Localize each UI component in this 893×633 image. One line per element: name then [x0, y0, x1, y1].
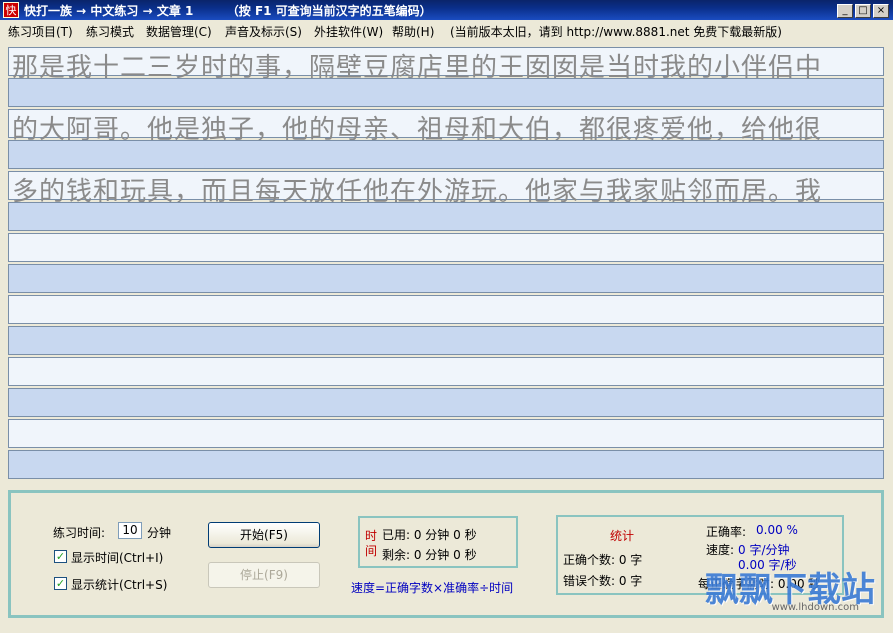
time-used: 已用: 0 分钟 0 秒: [382, 528, 477, 542]
speed-label: 速度:: [706, 543, 735, 557]
time-box-title-2: 间: [365, 544, 378, 558]
article-line: [8, 233, 884, 262]
article-line: [8, 357, 884, 386]
typing-input-line[interactable]: [8, 78, 884, 107]
start-button[interactable]: 开始(F5): [208, 522, 320, 548]
correct-count: 正确个数: 0 字: [563, 553, 643, 567]
window-title: 快打一族 → 中文练习 → 文章 1 （按 F1 可查询当前汉字的五笔编码）: [24, 4, 432, 18]
show-time-label[interactable]: 显示时间(Ctrl+I): [71, 549, 163, 566]
article-line: [8, 295, 884, 324]
minimize-button[interactable]: _: [837, 4, 853, 18]
stop-button[interactable]: 停止(F9): [208, 562, 320, 588]
show-stats-checkbox[interactable]: ✓: [54, 577, 67, 590]
version-notice[interactable]: (当前版本太旧，请到 http://www.8881.net 免费下载最新版): [450, 23, 782, 40]
error-count: 错误个数: 0 字: [563, 574, 643, 588]
stats-title: 统计: [610, 529, 635, 543]
show-time-checkbox[interactable]: ✓: [54, 550, 67, 563]
typing-input-line[interactable]: [8, 202, 884, 231]
article-line: 多的钱和玩具，而且每天放任他在外游玩。他家与我家贴邻而居。我: [8, 171, 884, 207]
typing-input-line[interactable]: [8, 388, 884, 417]
app-icon: 快: [3, 2, 19, 18]
menu-sound-markers[interactable]: 声音及标示(S): [225, 23, 302, 40]
accuracy-value: 0.00 %: [756, 523, 798, 537]
watermark-url: www.lhdown.com: [771, 602, 859, 613]
article-line: [8, 419, 884, 448]
maximize-button[interactable]: □: [855, 4, 871, 18]
menu-help[interactable]: 帮助(H): [392, 23, 434, 40]
article-line: 那是我十二三岁时的事，隔壁豆腐店里的王囡囡是当时我的小伴侣中: [8, 47, 884, 83]
typing-input-line[interactable]: [8, 450, 884, 479]
typing-input-line[interactable]: [8, 140, 884, 169]
menu-plugins[interactable]: 外挂软件(W): [314, 23, 383, 40]
typing-area: 那是我十二三岁时的事，隔壁豆腐店里的王囡囡是当时我的小伴侣中 的大阿哥。他是独子…: [8, 42, 884, 482]
speed-formula: 速度=正确字数×准确率÷时间: [351, 581, 514, 595]
practice-time-label: 练习时间:: [53, 526, 106, 540]
menu-practice-mode[interactable]: 练习模式: [86, 23, 134, 40]
close-button[interactable]: ×: [873, 4, 889, 18]
typing-input-line[interactable]: [8, 326, 884, 355]
typing-input-line[interactable]: [8, 264, 884, 293]
practice-time-input[interactable]: 10: [118, 522, 142, 539]
control-panel: 练习时间: 10 分钟 ✓ 显示时间(Ctrl+I) ✓ 显示统计(Ctrl+S…: [8, 490, 884, 618]
accuracy-label: 正确率:: [706, 525, 747, 539]
time-remaining: 剩余: 0 分钟 0 秒: [382, 548, 477, 562]
practice-time-unit: 分钟: [147, 526, 172, 540]
show-stats-label[interactable]: 显示统计(Ctrl+S): [71, 576, 167, 593]
window-controls: _ □ ×: [835, 2, 889, 18]
menu-data-management[interactable]: 数据管理(C): [146, 23, 212, 40]
time-box: 时 间 已用: 0 分钟 0 秒 剩余: 0 分钟 0 秒: [358, 516, 518, 568]
article-line: 的大阿哥。他是独子，他的母亲、祖母和大伯，都很疼爱他，给他很: [8, 109, 884, 145]
menu-bar: 练习项目(T) 练习模式 数据管理(C) 声音及标示(S) 外挂软件(W) 帮助…: [0, 20, 893, 40]
menu-practice-item[interactable]: 练习项目(T): [8, 23, 73, 40]
title-bar: 快 快打一族 → 中文练习 → 文章 1 （按 F1 可查询当前汉字的五笔编码）…: [0, 0, 893, 20]
